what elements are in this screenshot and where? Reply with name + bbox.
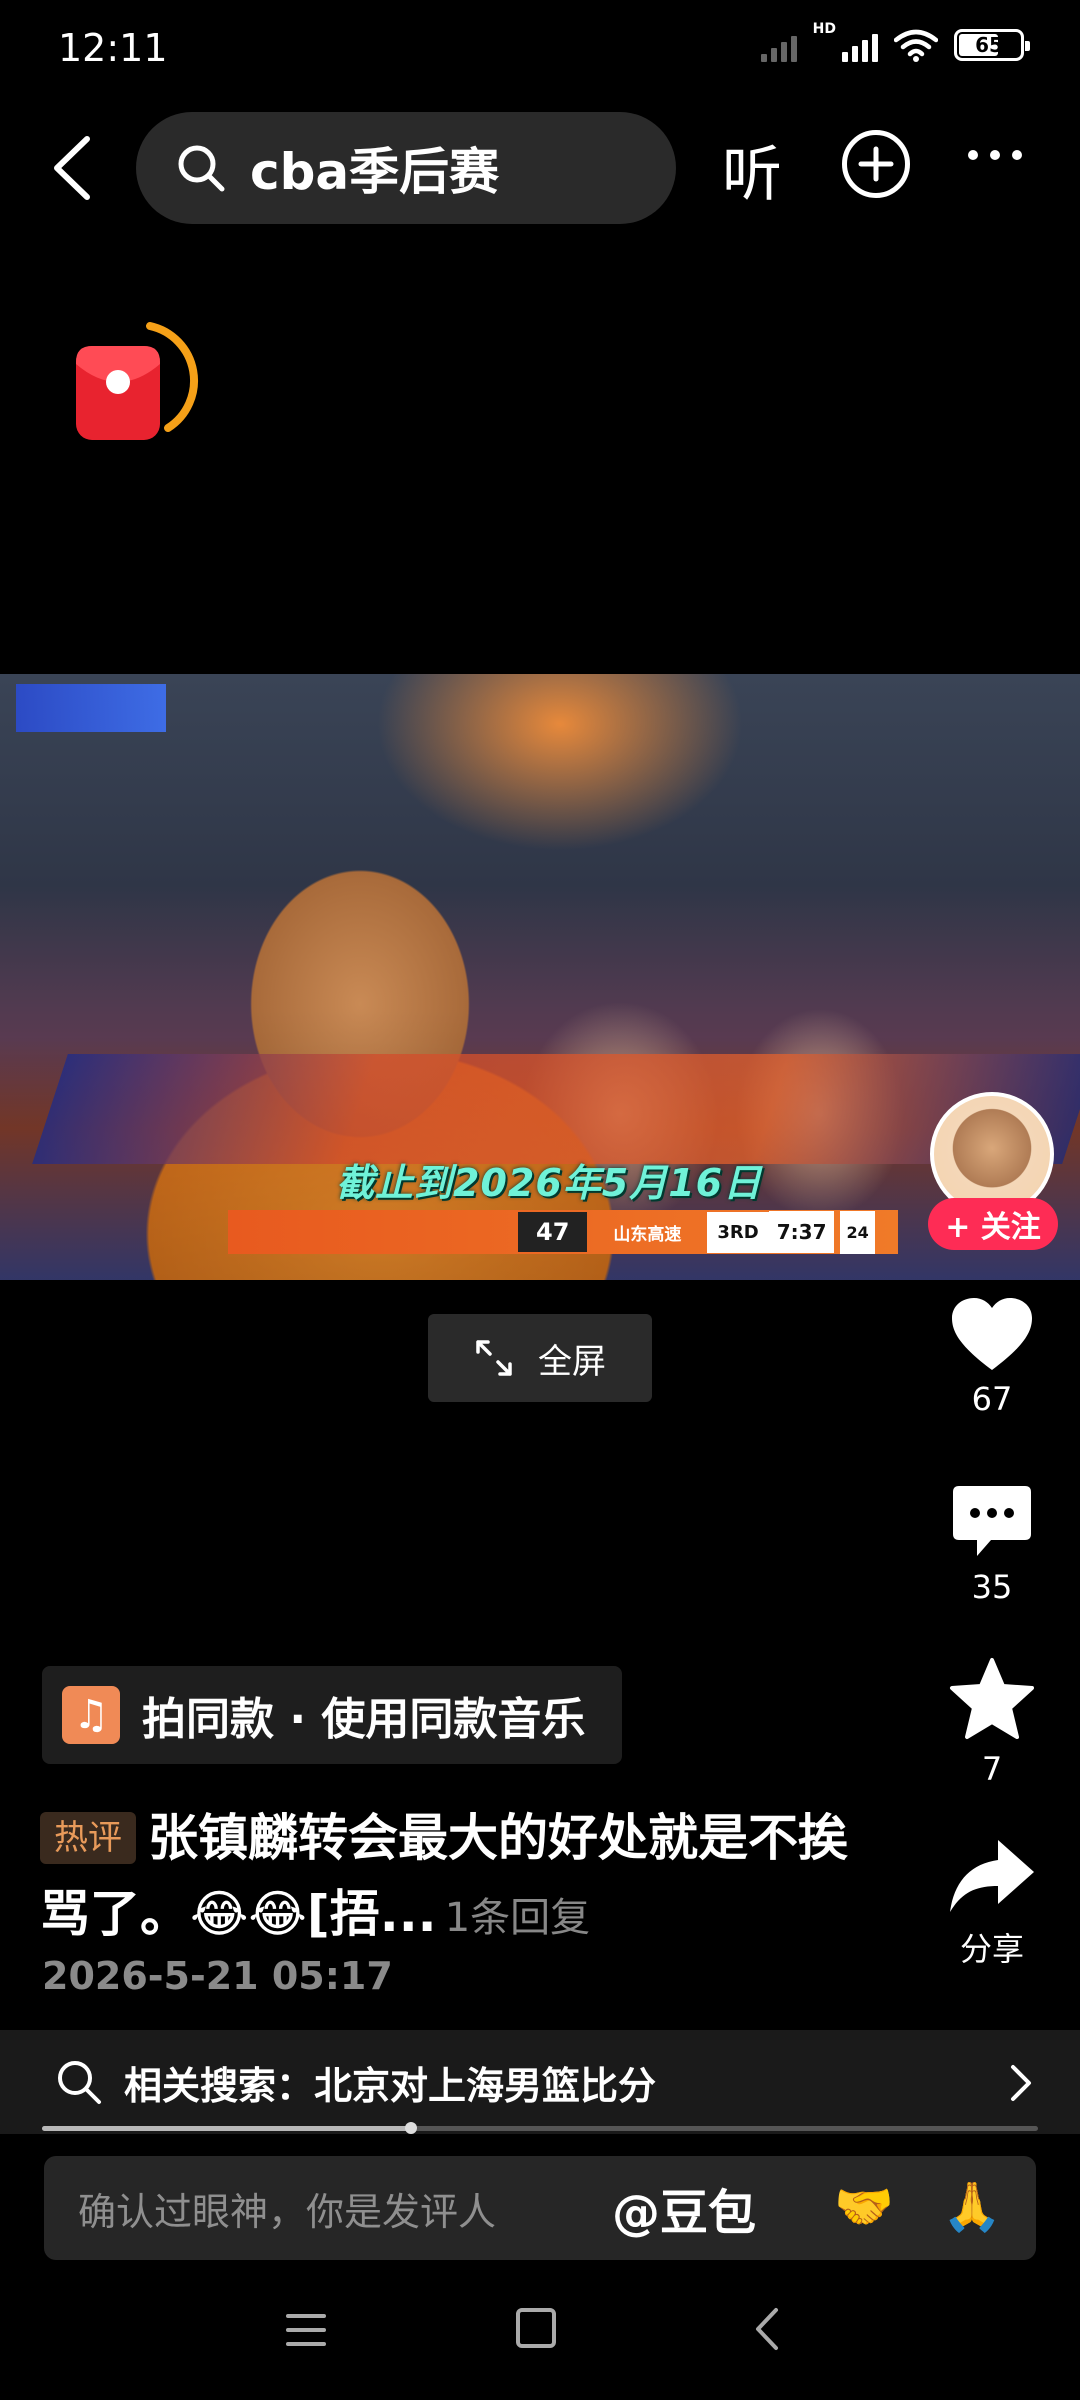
use-same-music-button[interactable]: ♫ 拍同款 · 使用同款音乐 (42, 1666, 622, 1764)
plus-circle-icon (858, 146, 894, 182)
expand-icon (476, 1340, 512, 1376)
court-banner (32, 1054, 1080, 1164)
back-button[interactable] (36, 128, 106, 208)
back-arrow-icon (54, 136, 90, 200)
status-time: 12:11 (58, 26, 168, 70)
broadcast-logo (16, 684, 166, 732)
network-type: HD (812, 21, 836, 37)
comment-input[interactable]: 确认过眼神，你是发评人 (78, 2181, 608, 2236)
team-score: 47 (518, 1212, 588, 1252)
video-player[interactable]: 截止到2026年5月16日 47 山东高速 3RD 7:37 24 (0, 674, 1080, 1280)
game-clock: 7:37 (768, 1211, 835, 1253)
search-icon (178, 145, 225, 192)
star-icon (950, 1658, 1034, 1739)
team-name: 山东高速 (613, 1224, 682, 1245)
battery-level: 65 (975, 33, 1003, 57)
fullscreen-label: 全屏 (538, 1341, 606, 1382)
red-envelope-button[interactable] (70, 320, 198, 450)
comment-input-bar[interactable]: 确认过眼神，你是发评人 @豆包 🤝 🙏 (44, 2156, 1036, 2260)
comment-count: 35 (971, 1568, 1013, 1606)
red-envelope-icon (76, 322, 198, 440)
chevron-right-icon (1011, 2065, 1031, 2101)
heart-icon (952, 1298, 1032, 1370)
status-icons: HD 65 (760, 21, 1030, 62)
more-button[interactable] (968, 150, 1022, 160)
like-count: 67 (971, 1380, 1013, 1418)
comment-button[interactable]: 35 (940, 1484, 1044, 1606)
hot-comment[interactable]: 热评 张镇麟转会最大的好处就是不挨骂了。😂😂[捂... 1条回复 (40, 1800, 880, 1956)
league-logo (228, 1210, 288, 1254)
signal-2-icon (842, 28, 878, 62)
comment-date: 2026-5-21 05:17 (42, 1954, 393, 1998)
music-label: 拍同款 · 使用同款音乐 (142, 1694, 586, 1745)
search-query: cba季后赛 (250, 143, 500, 201)
shot-clock: 24 (840, 1210, 875, 1254)
share-button[interactable]: 分享 (940, 1836, 1044, 1970)
reply-count[interactable]: 1条回复 (445, 1895, 590, 1941)
listen-button[interactable]: 听 (722, 126, 782, 213)
handshake-emoji-button[interactable]: 🤝 (834, 2178, 894, 2235)
mention-button[interactable]: @豆包 (612, 2173, 756, 2243)
scoreboard: 47 山东高速 3RD 7:37 24 (228, 1210, 898, 1254)
related-search-text: 相关搜索：北京对上海男篮比分 (124, 2063, 657, 2108)
quarter: 3RD (707, 1211, 769, 1253)
more-dot (968, 150, 978, 160)
nav-menu-icon[interactable] (284, 2310, 328, 2350)
hot-comment-text: 张镇麟转会最大的好处就是不挨骂了。😂😂[捂... (40, 1809, 848, 1943)
signal-1-icon (760, 28, 797, 62)
hot-comment-tag: 热评 (40, 1812, 136, 1864)
battery-indicator: 65 (954, 29, 1030, 61)
music-note-icon: ♫ (62, 1686, 120, 1744)
video-progress-handle[interactable] (404, 2122, 417, 2134)
more-dot (1012, 150, 1022, 160)
like-button[interactable]: 67 (940, 1296, 1044, 1418)
video-progress-fill (42, 2126, 411, 2131)
share-label: 分享 (959, 1930, 1024, 1968)
more-dot (990, 150, 1000, 160)
search-box[interactable]: cba季后赛 (136, 112, 676, 224)
favorite-count: 7 (981, 1750, 1003, 1788)
favorite-button[interactable]: 7 (940, 1656, 1044, 1788)
wifi-icon (894, 29, 938, 62)
video-caption: 截止到2026年5月16日 (336, 1161, 763, 1205)
comment-bubble-icon (953, 1486, 1031, 1556)
follow-button[interactable]: + 关注 (928, 1198, 1058, 1250)
related-search-bar[interactable]: 相关搜索：北京对上海男篮比分 (0, 2030, 1080, 2134)
nav-home-icon[interactable] (516, 2308, 556, 2348)
add-button[interactable] (842, 130, 910, 198)
nav-back-icon[interactable] (752, 2306, 782, 2352)
pray-emoji-button[interactable]: 🙏 (942, 2178, 1002, 2235)
fullscreen-button[interactable]: 全屏 (428, 1314, 652, 1402)
search-icon (58, 2061, 101, 2104)
share-arrow-icon (950, 1840, 1034, 1912)
